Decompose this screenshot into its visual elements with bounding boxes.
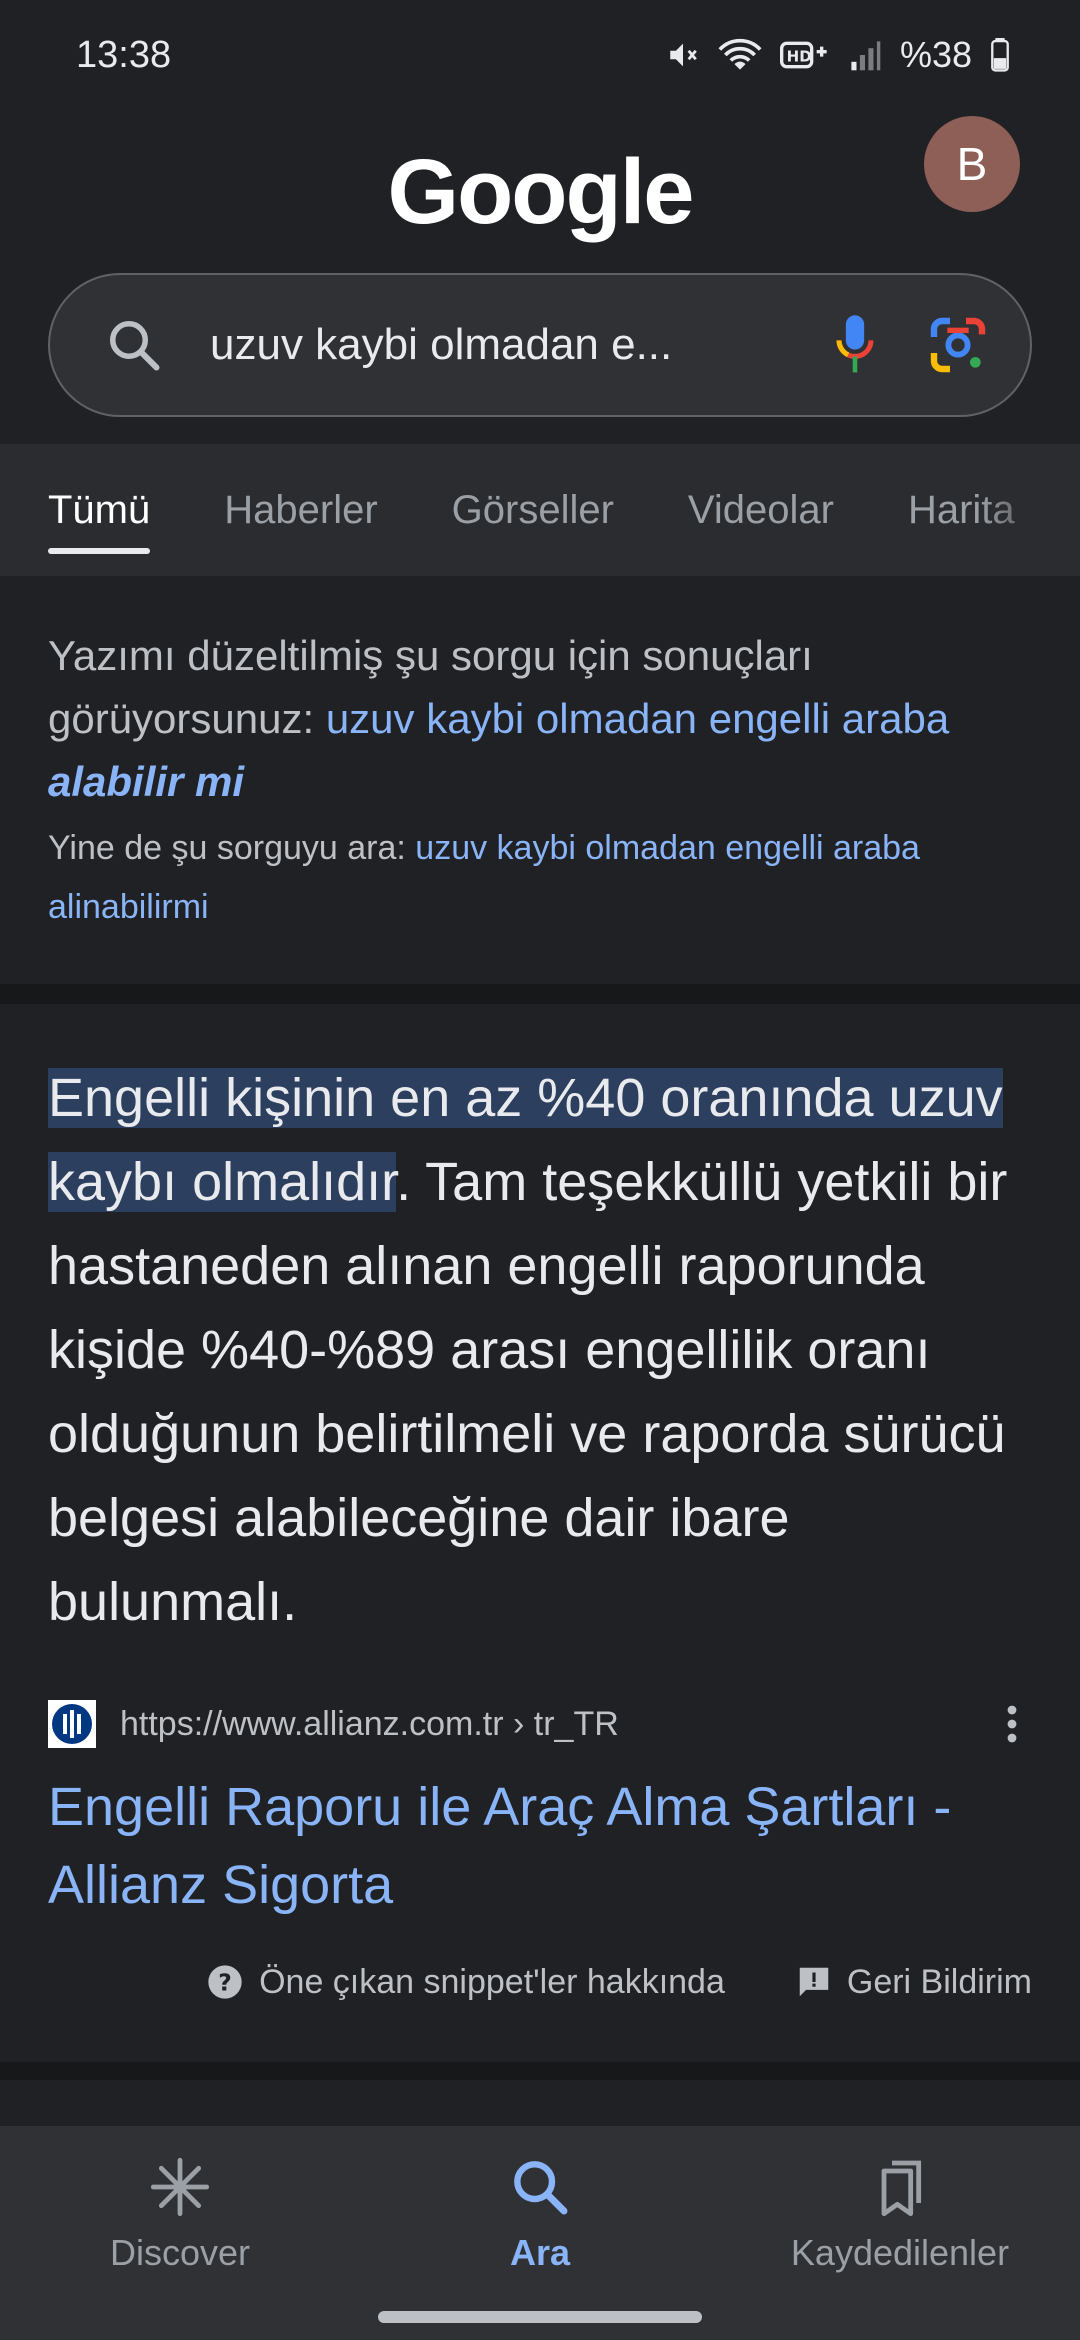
about-snippets-label: Öne çıkan snippet'ler hakkında (259, 1962, 725, 2001)
result-source[interactable]: https://www.allianz.com.tr › tr_TR (48, 1694, 1032, 1754)
svg-text:HD: HD (787, 48, 812, 66)
feedback-label: Geri Bildirim (846, 1962, 1032, 2001)
nav-search[interactable]: Ara (360, 2126, 720, 2340)
battery-percent: %38 (899, 34, 972, 75)
tab-videos[interactable]: Videolar (688, 444, 834, 576)
discover-icon (145, 2152, 215, 2222)
home-indicator[interactable] (378, 2311, 702, 2323)
nav-discover[interactable]: Discover (0, 2126, 360, 2340)
search-icon (505, 2152, 575, 2222)
about-snippets-link[interactable]: ? Öne çıkan snippet'ler hakkında (205, 1962, 725, 2002)
spelling-correction: Yazımı düzeltilmiş şu sorgu için sonuçla… (0, 576, 1080, 984)
nav-saved[interactable]: Kaydedilenler (720, 2126, 1080, 2340)
wifi-icon (718, 38, 762, 72)
corrected-query-bold: alabilir mi (48, 758, 245, 805)
bottom-nav: Discover Ara Kaydedilenler (0, 2126, 1080, 2340)
status-time: 13:38 (76, 33, 172, 76)
divider (0, 2062, 1080, 2080)
avatar[interactable]: B (924, 116, 1020, 212)
feedback-link[interactable]: Geri Bildirim (795, 1963, 1032, 2002)
divider (0, 984, 1080, 1004)
corrected-query-text: uzuv kaybi olmadan engelli araba (325, 695, 950, 742)
snippet-text: Engelli kişinin en az %40 oranında uzuv … (48, 1056, 1032, 1644)
battery-icon (990, 38, 1010, 72)
allianz-favicon (48, 1700, 96, 1748)
search-tabs: Tümü Haberler Görseller Videolar Harita (0, 444, 1080, 576)
spelling-notice: Yazımı düzeltilmiş şu sorgu için sonuçla… (48, 624, 1032, 813)
tab-all[interactable]: Tümü (48, 444, 151, 576)
saved-icon (865, 2152, 935, 2222)
microphone-icon[interactable] (830, 313, 880, 377)
search-instead-prefix: Yine de şu sorguyu ara: (48, 829, 416, 867)
header: Google B (0, 110, 1080, 270)
nav-saved-label: Kaydedilenler (790, 2232, 1010, 2273)
search-input[interactable]: uzuv kaybi olmadan e... (210, 320, 790, 370)
feedback-icon (799, 1967, 829, 1997)
search-icon (104, 315, 164, 375)
signal-icon (848, 38, 882, 72)
result-title-link[interactable]: Engelli Raporu ile Araç Alma Şartları - … (48, 1768, 1032, 1924)
nav-discover-label: Discover (109, 2232, 251, 2273)
source-url: https://www.allianz.com.tr › tr_TR (120, 1704, 619, 1743)
search-instead: Yine de şu sorguyu ara: uzuv kaybi olmad… (48, 819, 1032, 937)
status-bar: 13:38 HD %38 (0, 0, 1080, 110)
tabs-fade (980, 444, 1080, 576)
google-lens-icon[interactable] (926, 313, 990, 377)
google-logo[interactable]: Google (0, 140, 1080, 245)
hd-voice-icon: HD (779, 38, 830, 72)
help-icon: ? (208, 1965, 242, 1999)
nav-search-label: Ara (509, 2232, 571, 2273)
svg-text:?: ? (218, 1968, 232, 1996)
search-bar[interactable]: uzuv kaybi olmadan e... (48, 273, 1032, 417)
snippet-footer: ? Öne çıkan snippet'ler hakkında Geri Bi… (48, 1962, 1032, 2002)
tab-news[interactable]: Haberler (224, 444, 377, 576)
status-icons: HD %38 (666, 34, 1010, 76)
mute-icon (666, 38, 700, 72)
more-options-icon[interactable] (992, 1694, 1032, 1754)
tab-images[interactable]: Görseller (452, 444, 614, 576)
snippet-rest: . Tam teşekküllü yetkili bir hastaneden … (48, 1152, 1008, 1632)
featured-snippet: Engelli kişinin en az %40 oranında uzuv … (0, 1004, 1080, 2062)
